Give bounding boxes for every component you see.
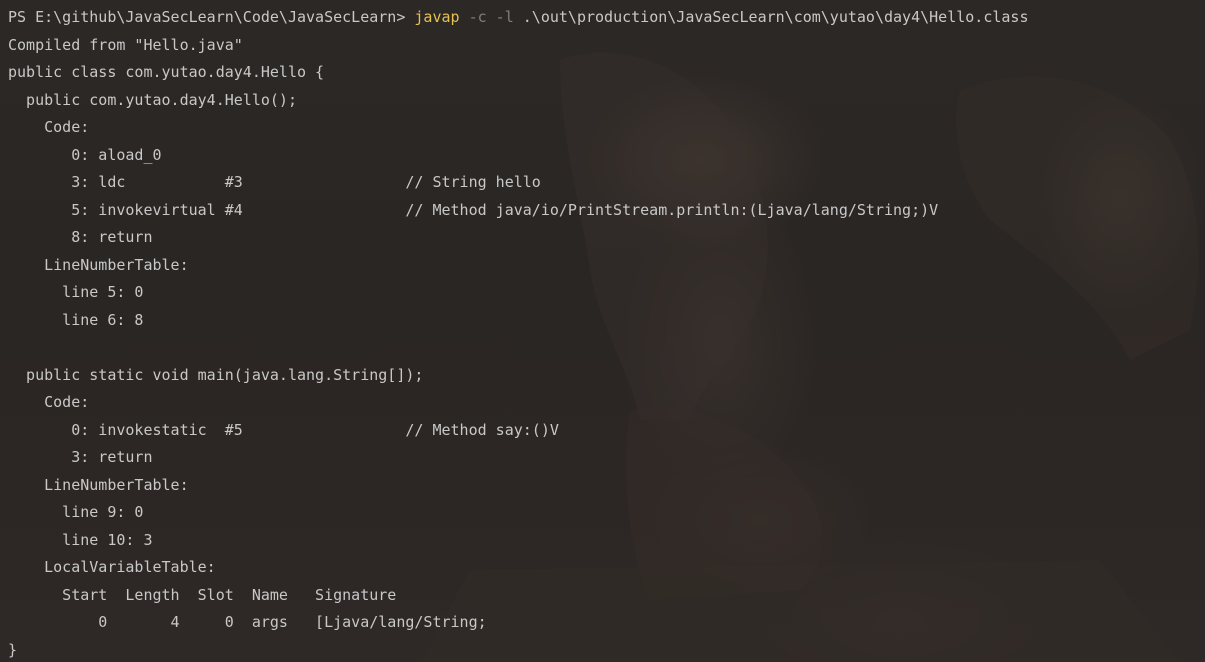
output-line: line 10: 3: [8, 530, 153, 549]
output-line: 8: return: [8, 228, 153, 246]
output-line: Start Length Slot Name Signature: [8, 585, 397, 604]
output-line: Code:: [8, 393, 90, 411]
output-line: line 5: 0: [8, 283, 144, 301]
output-line: 0 4 0 args [Ljava/lang/String;: [8, 613, 487, 631]
command-flags: -c -l: [459, 8, 523, 26]
output-line: LineNumberTable:: [8, 475, 189, 494]
output-line: 0: aload_0: [8, 145, 162, 164]
output-line: LineNumberTable:: [8, 255, 189, 274]
output-line: line 6: 8: [8, 310, 144, 329]
terminal-window[interactable]: PS E:\github\JavaSecLearn\Code\JavaSecLe…: [0, 0, 1205, 662]
output-line: 0: invokestatic #5 // Method say:()V: [8, 420, 559, 439]
output-line: public static void main(java.lang.String…: [8, 365, 424, 384]
command-argument: .\out\production\JavaSecLearn\com\yutao\…: [522, 8, 1029, 26]
terminal-output: PS E:\github\JavaSecLearn\Code\JavaSecLe…: [8, 4, 1029, 662]
prompt: PS E:\github\JavaSecLearn\Code\JavaSecLe…: [8, 8, 415, 26]
output-line: Compiled from "Hello.java": [8, 35, 243, 54]
output-line: 3: return: [8, 448, 153, 466]
output-line: 5: invokevirtual #4 // Method java/io/Pr…: [8, 200, 939, 219]
output-line: Code:: [8, 118, 90, 136]
output-line: public class com.yutao.day4.Hello {: [8, 63, 325, 81]
output-line: 3: ldc #3 // String hello: [8, 173, 541, 191]
output-line: line 9: 0: [8, 503, 144, 521]
command-name: javap: [414, 8, 460, 26]
command-line[interactable]: PS E:\github\JavaSecLearn\Code\JavaSecLe…: [8, 4, 1029, 32]
output-line: public com.yutao.day4.Hello();: [8, 90, 297, 109]
output-line: LocalVariableTable:: [8, 558, 216, 576]
output-line: }: [8, 640, 18, 659]
